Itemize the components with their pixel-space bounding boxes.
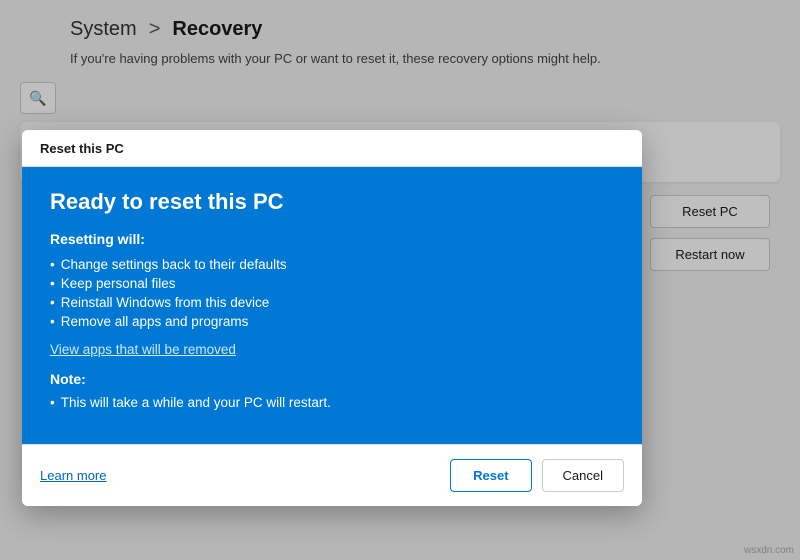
reset-bullet-list: Change settings back to their defaults K… bbox=[50, 255, 614, 331]
view-apps-link[interactable]: View apps that will be removed bbox=[50, 342, 236, 357]
modal-title: Reset this PC bbox=[40, 141, 124, 156]
modal-footer: Learn more Reset Cancel bbox=[22, 444, 642, 506]
note-bullet-item: This will take a while and your PC will … bbox=[50, 393, 614, 412]
reset-button[interactable]: Reset bbox=[450, 459, 531, 492]
learn-more-link[interactable]: Learn more bbox=[40, 468, 106, 483]
bullet-item-4: Remove all apps and programs bbox=[50, 312, 614, 331]
resetting-will-label: Resetting will: bbox=[50, 231, 614, 247]
modal-title-bar: Reset this PC bbox=[22, 130, 642, 167]
bullet-item-2: Keep personal files bbox=[50, 274, 614, 293]
modal-heading: Ready to reset this PC bbox=[50, 189, 614, 215]
footer-buttons: Reset Cancel bbox=[450, 459, 624, 492]
bullet-item-1: Change settings back to their defaults bbox=[50, 255, 614, 274]
modal-blue-section: Ready to reset this PC Resetting will: C… bbox=[22, 167, 642, 444]
bullet-item-3: Reinstall Windows from this device bbox=[50, 293, 614, 312]
reset-pc-modal: Reset this PC Ready to reset this PC Res… bbox=[22, 130, 642, 506]
note-bullet-list: This will take a while and your PC will … bbox=[50, 393, 614, 412]
cancel-button[interactable]: Cancel bbox=[542, 459, 624, 492]
note-label: Note: bbox=[50, 371, 614, 387]
